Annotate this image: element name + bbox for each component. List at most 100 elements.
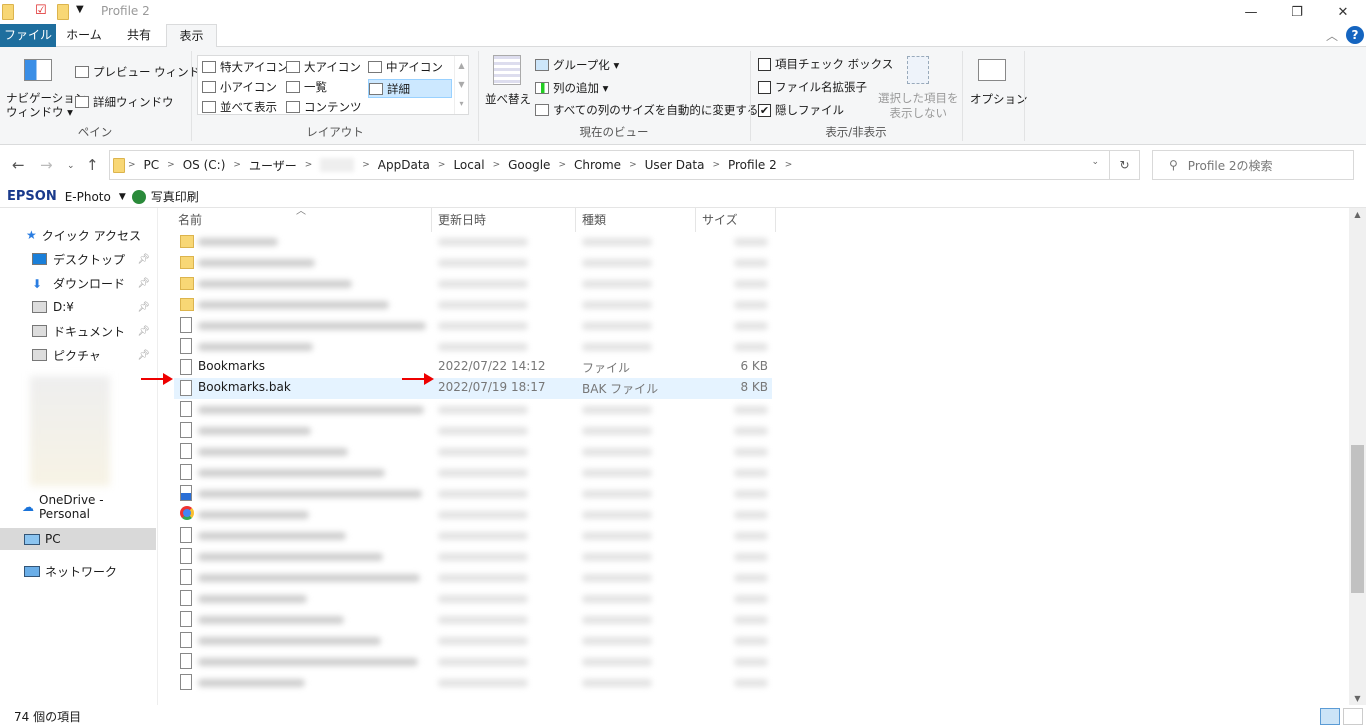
layout-option[interactable]: 並べて表示	[202, 99, 277, 115]
help-icon[interactable]: ?	[1346, 26, 1364, 44]
breadcrumb-item[interactable]: Local	[453, 158, 484, 172]
photo-print-button[interactable]: 写真印刷	[151, 188, 199, 205]
nav-item[interactable]: ドキュメント 📌︎	[0, 320, 156, 342]
gallery-scroll[interactable]: ▲ ▼ ▾	[454, 56, 468, 114]
breadcrumb-item[interactable]: ユーザー	[249, 157, 297, 174]
breadcrumb-item[interactable]: OS (C:)	[183, 158, 226, 172]
breadcrumb-chevron-icon[interactable]: >	[629, 160, 637, 170]
large-icons-view-button[interactable]	[1343, 708, 1363, 725]
forward-button[interactable]: →	[40, 156, 53, 174]
file-row[interactable]	[174, 315, 772, 336]
file-row[interactable]	[174, 420, 772, 441]
file-row[interactable]	[174, 273, 772, 294]
hidden-items-checkbox[interactable]: ✔	[758, 103, 771, 117]
autosize-columns-button[interactable]: すべての列のサイズを自動的に変更する	[535, 102, 758, 118]
address-bar[interactable]: > PC > OS (C:) > ユーザー > > AppData > Local > Google > C…	[109, 150, 1140, 180]
file-row[interactable]: Bookmarks 2022/07/22 14:12 ファイル 6 KB	[174, 357, 772, 378]
hide-selected-button[interactable]: 選択した項目を 表示しない	[878, 91, 959, 121]
nav-network[interactable]: ネットワーク	[0, 560, 156, 582]
details-pane-button[interactable]: 詳細ウィンドウ	[75, 94, 174, 110]
breadcrumb-chevron-icon[interactable]: >	[233, 160, 241, 170]
nav-onedrive[interactable]: ☁ OneDrive - Personal	[0, 493, 156, 521]
file-row[interactable]	[174, 399, 772, 420]
pin-icon[interactable]: 📌︎	[137, 302, 150, 313]
breadcrumb-item[interactable]: Chrome	[574, 158, 621, 172]
tab-share[interactable]: 共有	[112, 24, 166, 47]
layout-option[interactable]: コンテンツ	[286, 99, 362, 115]
file-row[interactable]	[174, 231, 772, 252]
close-button[interactable]: ✕	[1320, 0, 1366, 24]
file-row[interactable]	[174, 525, 772, 546]
nav-pc[interactable]: PC	[0, 528, 156, 550]
restore-button[interactable]: ❐	[1274, 0, 1320, 24]
pin-icon[interactable]: 📌︎	[137, 326, 150, 337]
file-row[interactable]	[174, 630, 772, 651]
file-row[interactable]	[174, 672, 772, 693]
pin-icon[interactable]: 📌︎	[137, 350, 150, 361]
options-button[interactable]: オプション	[970, 91, 1028, 107]
breadcrumb-chevron-icon[interactable]: >	[438, 160, 446, 170]
refresh-button[interactable]: ↻	[1109, 151, 1139, 179]
breadcrumb-chevron-icon[interactable]: >	[558, 160, 566, 170]
tab-home[interactable]: ホーム	[56, 24, 112, 47]
file-row[interactable]: Bookmarks.bak 2022/07/19 18:17 BAK ファイル 8 K…	[174, 378, 772, 399]
add-columns-button[interactable]: 列の追加 ▾	[535, 80, 608, 96]
file-row[interactable]	[174, 567, 772, 588]
new-folder-icon[interactable]	[57, 4, 69, 20]
nav-item[interactable]: ピクチャ 📌︎	[0, 344, 156, 366]
file-row[interactable]	[174, 504, 772, 525]
nav-quick-access[interactable]: ★ クイック アクセス	[0, 224, 156, 246]
search-input[interactable]: Profile 2の検索	[1188, 157, 1273, 174]
file-row[interactable]	[174, 588, 772, 609]
minimize-button[interactable]: —	[1228, 0, 1274, 24]
breadcrumb-chevron-icon[interactable]: >	[362, 160, 370, 170]
scroll-up-icon[interactable]: ▲	[1349, 210, 1366, 219]
vertical-scrollbar[interactable]: ▲ ▼	[1349, 208, 1366, 705]
properties-icon[interactable]: ☑	[35, 3, 47, 18]
column-header-type[interactable]: 種類	[576, 208, 696, 232]
scroll-down-icon[interactable]: ▼	[1349, 694, 1366, 703]
recent-locations-button[interactable]: ⌄	[67, 161, 75, 171]
ephoto-button[interactable]: E-Photo	[65, 190, 111, 204]
file-row[interactable]	[174, 336, 772, 357]
item-checkboxes-toggle[interactable]: 項目チェック ボックス	[758, 56, 893, 72]
breadcrumb-item[interactable]: User Data	[645, 158, 705, 172]
navigation-pane-button[interactable]: ナビゲーション ウィンドウ ▾	[6, 91, 86, 119]
file-extensions-checkbox[interactable]	[758, 80, 771, 94]
hidden-items-toggle[interactable]: ✔ 隠しファイル	[758, 102, 844, 118]
breadcrumb-chevron-icon[interactable]: >	[493, 160, 501, 170]
breadcrumb-chevron-icon[interactable]: >	[305, 160, 313, 170]
file-row[interactable]	[174, 294, 772, 315]
layout-option[interactable]: 一覧	[286, 79, 327, 95]
pin-icon[interactable]: 📌︎	[137, 278, 150, 289]
file-row[interactable]	[174, 252, 772, 273]
layout-option[interactable]: 大アイコン	[286, 59, 361, 75]
layout-option[interactable]: 詳細	[368, 79, 452, 98]
up-button[interactable]: ↑	[86, 156, 99, 174]
breadcrumb-item[interactable]: PC	[144, 158, 160, 172]
file-row[interactable]	[174, 462, 772, 483]
file-row[interactable]	[174, 441, 772, 462]
breadcrumb-chevron-icon[interactable]: >	[128, 160, 136, 170]
search-box[interactable]: ⚲ Profile 2の検索	[1152, 150, 1354, 180]
tab-file[interactable]: ファイル	[0, 24, 56, 47]
breadcrumb-item[interactable]: AppData	[378, 158, 430, 172]
item-checkboxes-checkbox[interactable]	[758, 57, 771, 71]
breadcrumb-chevron-icon[interactable]: >	[167, 160, 175, 170]
layout-option[interactable]: 中アイコン	[368, 59, 443, 75]
file-row[interactable]	[174, 651, 772, 672]
nav-item[interactable]: デスクトップ 📌︎	[0, 248, 156, 270]
layout-option[interactable]: 特大アイコン	[202, 59, 288, 75]
scrollbar-thumb[interactable]	[1351, 445, 1364, 593]
ephoto-dropdown-icon[interactable]: ▼	[119, 192, 126, 202]
file-extensions-toggle[interactable]: ファイル名拡張子	[758, 79, 867, 95]
tab-view[interactable]: 表示	[166, 24, 217, 48]
address-dropdown-icon[interactable]: ⌄	[1091, 157, 1099, 167]
file-row[interactable]	[174, 546, 772, 567]
breadcrumb-chevron-icon[interactable]: >	[712, 160, 720, 170]
file-row[interactable]	[174, 483, 772, 504]
back-button[interactable]: ←	[12, 156, 25, 174]
sort-button[interactable]: 並べ替え	[485, 91, 531, 107]
breadcrumb-item[interactable]: Google	[508, 158, 550, 172]
column-header-date[interactable]: 更新日時	[432, 208, 576, 232]
